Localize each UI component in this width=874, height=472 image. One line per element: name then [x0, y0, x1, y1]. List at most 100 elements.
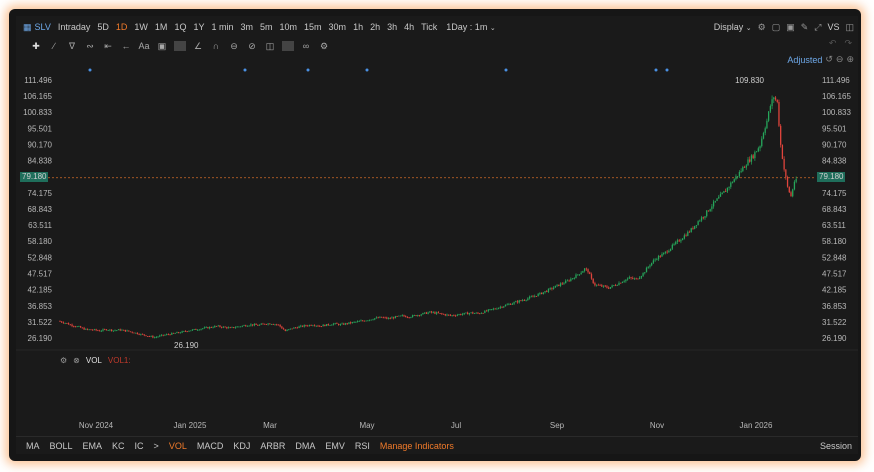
indicator-macd[interactable]: MACD	[197, 441, 224, 451]
indicator-kc[interactable]: KC	[112, 441, 125, 451]
y-tick-right: 84.838	[822, 157, 847, 166]
zoom-in-icon[interactable]: ⊕	[846, 54, 854, 65]
candle-body	[208, 326, 211, 329]
candle-body	[683, 235, 686, 239]
vs-button[interactable]: VS	[827, 22, 839, 32]
candle-body	[499, 306, 501, 308]
interval-1h[interactable]: 1h	[353, 22, 363, 32]
interval-30m[interactable]: 30m	[329, 22, 347, 32]
interval-1q[interactable]: 1Q	[174, 22, 186, 32]
candle-body	[128, 330, 130, 332]
lock-icon[interactable]: ⊖	[228, 41, 240, 52]
y-tick-right: 100.833	[822, 108, 851, 117]
arrow-tool-icon[interactable]: ←	[120, 41, 132, 51]
indicator-ma[interactable]: MA	[26, 441, 40, 451]
candle-body	[728, 186, 730, 188]
measure-tool-icon[interactable]: ⇤	[102, 41, 114, 52]
interval-3h[interactable]: 3h	[387, 22, 397, 32]
candle-body	[637, 278, 639, 280]
channel-tool-icon[interactable]: ∇	[66, 41, 78, 52]
y-tick-left: 90.170	[28, 140, 53, 149]
indicator-arbr[interactable]: ARBR	[260, 441, 285, 451]
candle-body	[442, 313, 445, 315]
candle-body	[336, 323, 338, 324]
reset-icon[interactable]: ↺	[825, 54, 833, 65]
indicator-emv[interactable]: EMV	[325, 441, 345, 451]
candle-body	[332, 323, 335, 325]
layout-icon[interactable]: ▢	[772, 22, 781, 33]
candle-body	[418, 315, 421, 316]
panel-icon[interactable]: ◫	[845, 22, 854, 33]
crosshair-icon[interactable]: ✚	[30, 41, 42, 52]
interval-5d[interactable]: 5D	[97, 22, 109, 32]
candle-body	[229, 327, 231, 329]
indicator-rsi[interactable]: RSI	[355, 441, 370, 451]
candle-body	[238, 326, 240, 328]
x-tick: Sep	[550, 421, 565, 430]
zoom-out-icon[interactable]: ⊖	[836, 54, 844, 65]
interval-1m[interactable]: 1M	[155, 22, 168, 32]
trash-icon[interactable]: ◫	[264, 41, 276, 52]
interval-intraday[interactable]: Intraday	[58, 22, 91, 32]
close-icon[interactable]: ⊗	[73, 356, 80, 365]
interval-15m[interactable]: 15m	[304, 22, 322, 32]
interval-2h[interactable]: 2h	[370, 22, 380, 32]
candle-body	[193, 329, 195, 330]
camera-icon[interactable]: ▣	[786, 22, 795, 33]
expand-icon[interactable]: ⤢	[814, 22, 821, 33]
manage-indicators-link[interactable]: Manage Indicators	[380, 441, 454, 451]
interval-10m[interactable]: 10m	[280, 22, 298, 32]
gear-icon[interactable]: ⚙	[318, 41, 330, 52]
candle-body	[792, 189, 794, 197]
settings-icon[interactable]: ⚙	[758, 22, 766, 33]
hide-icon[interactable]: ⊘	[246, 41, 258, 52]
candle-body	[608, 287, 610, 289]
indicator-ic[interactable]: IC	[135, 441, 144, 451]
eraser-icon[interactable]: ∠	[192, 41, 204, 52]
interval-4h[interactable]: 4h	[404, 22, 414, 32]
candle-body	[630, 277, 632, 279]
more-indicators-button[interactable]: >	[154, 441, 159, 451]
text-tool-icon[interactable]: Aa	[138, 41, 150, 51]
interval-1-min[interactable]: 1 min	[211, 22, 233, 32]
display-dropdown[interactable]: Display ⌄	[714, 22, 752, 32]
candle-body	[750, 155, 753, 162]
candle-body	[580, 272, 582, 275]
interval-3m[interactable]: 3m	[240, 22, 253, 32]
interval-5m[interactable]: 5m	[260, 22, 273, 32]
undo-icon[interactable]: ↶	[829, 38, 837, 49]
candle-body	[171, 332, 173, 335]
interval-tick[interactable]: Tick	[421, 22, 437, 32]
candle-body	[664, 251, 667, 253]
interval-1d[interactable]: 1D	[116, 22, 128, 32]
candle-body	[387, 318, 390, 319]
pattern-tool-icon[interactable]: ∾	[84, 41, 96, 52]
candle-body	[611, 285, 613, 288]
indicator-vol[interactable]: VOL	[169, 441, 187, 451]
settings-icon[interactable]: ⚙	[60, 356, 67, 365]
interval-1y[interactable]: 1Y	[193, 22, 204, 32]
interval-1w[interactable]: 1W	[134, 22, 148, 32]
candle-body	[516, 301, 519, 303]
candle-body	[135, 332, 137, 334]
indicator-dma[interactable]: DMA	[295, 441, 315, 451]
indicator-kdj[interactable]: KDJ	[233, 441, 250, 451]
magnet-icon[interactable]: ∩	[210, 41, 222, 51]
y-tick-left: 36.853	[28, 302, 53, 311]
session-button[interactable]: Session	[820, 441, 852, 451]
indicator-boll[interactable]: BOLL	[50, 441, 73, 451]
candle-body	[702, 217, 704, 219]
redo-icon[interactable]: ↷	[844, 38, 852, 49]
line-tool-icon[interactable]: ∕	[48, 41, 60, 51]
period-select[interactable]: 1Day : 1m ⌄	[446, 22, 495, 32]
pen-icon[interactable]: ✎	[801, 22, 809, 33]
separator	[282, 41, 294, 51]
note-tool-icon[interactable]: ▣	[156, 41, 168, 52]
adjusted-control[interactable]: Adjusted ↺ ⊖ ⊕	[787, 54, 854, 65]
symbol-selector[interactable]: ▦ SLV	[23, 22, 51, 33]
link-icon[interactable]: ∞	[300, 41, 312, 51]
price-chart[interactable]: 111.496 111.496 106.165 106.165 100.833 100.8…	[16, 16, 858, 454]
candle-body	[595, 284, 598, 286]
indicator-ema[interactable]: EMA	[83, 441, 103, 451]
candle-body	[484, 310, 486, 314]
